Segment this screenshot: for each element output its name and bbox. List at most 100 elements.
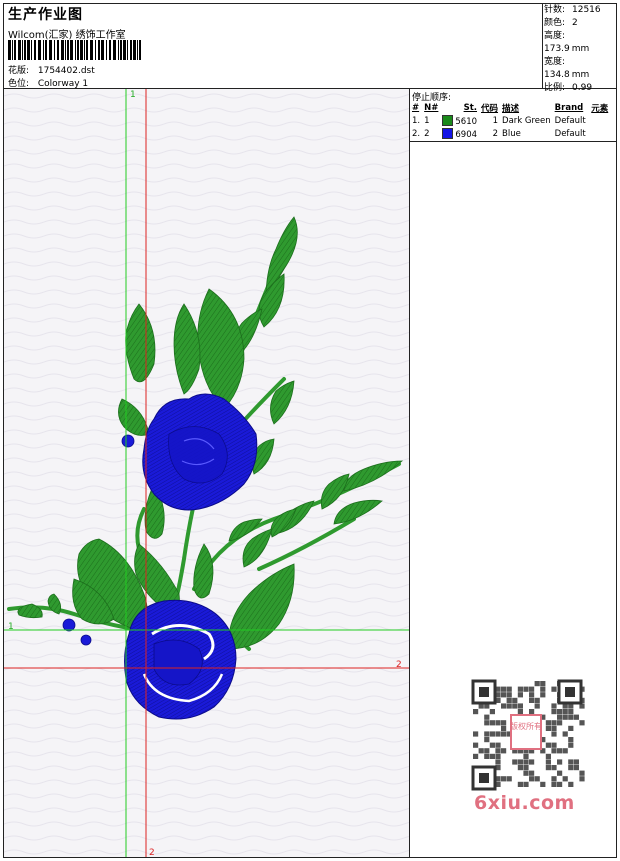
embroidery-canvas: 1 1 2 2 — [4, 89, 409, 857]
qr-cell — [557, 709, 563, 715]
barcode-bar — [130, 40, 132, 60]
qr-cell — [501, 725, 507, 731]
red-guide-label-bottom: 2 — [149, 848, 155, 857]
qr-cell — [484, 737, 490, 743]
qr-cell — [501, 686, 507, 692]
row-index: 1. — [412, 115, 421, 126]
stat-scale: 比例: 0.99 — [544, 83, 593, 93]
row-code: 2 — [492, 128, 499, 139]
barcode-bar — [61, 40, 64, 60]
barcode-bar — [49, 40, 52, 60]
qr-cell — [568, 781, 574, 787]
barcode-bar — [27, 40, 30, 60]
qr-cell — [551, 742, 557, 748]
qr-cell — [517, 686, 523, 692]
qr-cell — [579, 770, 585, 776]
studio-name: Wilcom(汇家) 绣饰工作室 — [8, 30, 126, 41]
stat-width: 宽度:134.8 mm — [544, 57, 590, 80]
design-stats: 针数: 12516 颜色: 2 高度:173.9 mm 宽度:134.8 mm 比例: 0… — [544, 4, 616, 95]
col-code: 代码 — [481, 103, 499, 114]
barcode-bar — [106, 40, 107, 60]
qr-cell — [551, 765, 557, 771]
barcode — [8, 40, 141, 60]
qr-cell — [506, 697, 512, 703]
table-row[interactable]: 2. 2 6904 2 Blue Default — [410, 127, 610, 140]
pattern-row: 花版: 1754402.dst — [8, 63, 95, 76]
stat-colors: 颜色: 2 — [544, 18, 578, 28]
bud — [121, 434, 135, 448]
stop-table-header: # N# St. 代码 描述 Brand 元素 — [410, 101, 610, 114]
qr-cell — [473, 709, 479, 715]
qr-cell — [562, 709, 568, 715]
qr-cell — [484, 753, 490, 759]
qr-cell — [517, 692, 523, 698]
barcode-bar — [98, 40, 100, 60]
qr-cell — [557, 714, 563, 720]
qr-cell — [523, 770, 529, 776]
qr-cell — [501, 720, 507, 726]
qr-cell — [540, 681, 546, 687]
qr-cell — [557, 781, 563, 787]
barcode-bar — [12, 40, 13, 60]
qr-cell — [573, 765, 579, 771]
barcode-bar — [8, 40, 11, 60]
stat-height: 高度:173.9 mm — [544, 31, 590, 54]
row-brand: Default — [554, 115, 586, 126]
qr-cell — [529, 759, 535, 765]
qr-cell — [517, 703, 523, 709]
barcode-bar — [54, 40, 55, 60]
qr-cell — [551, 725, 557, 731]
seal-icon — [510, 714, 542, 750]
barcode-bar — [127, 40, 128, 60]
qr-cell — [501, 776, 507, 782]
row-stitches: 5610 — [440, 114, 479, 127]
qr-cell — [529, 686, 535, 692]
qr-cell — [523, 781, 529, 787]
qr-cell — [557, 720, 563, 726]
qr-finder-center — [479, 773, 489, 783]
header-divider — [542, 3, 543, 89]
qr-cell — [545, 720, 551, 726]
design-preview[interactable]: 1 1 2 2 — [4, 89, 409, 857]
barcode-bar — [109, 40, 111, 60]
barcode-bar — [65, 40, 66, 60]
barcode-bar — [18, 40, 21, 60]
row-number: 1 — [424, 115, 430, 126]
barcode-bar — [31, 40, 32, 60]
qr-cell — [489, 731, 495, 737]
qr-cell — [545, 759, 551, 765]
stop-sequence-table: # N# St. 代码 描述 Brand 元素 1. 1 5610 1 Dark… — [410, 101, 610, 140]
stat-stitches: 针数: 12516 — [544, 5, 601, 15]
qr-cell — [551, 748, 557, 754]
col-brand: Brand — [554, 102, 584, 113]
barcode-bar — [118, 40, 119, 60]
row-description: Dark Green — [502, 115, 551, 126]
qr-cell — [484, 714, 490, 720]
qr-cell — [506, 692, 512, 698]
qr-cell — [534, 703, 540, 709]
qr-cell — [540, 692, 546, 698]
pattern-value: 1754402.dst — [37, 66, 95, 76]
barcode-bar — [123, 40, 126, 60]
qr-cell — [551, 776, 557, 782]
qr-cell — [495, 753, 501, 759]
barcode-bar — [86, 40, 88, 60]
row-code: 1 — [492, 115, 499, 126]
qr-cell — [540, 781, 546, 787]
qr-cell — [551, 686, 557, 692]
row-element — [589, 114, 610, 127]
qr-cell — [551, 709, 557, 715]
barcode-bar — [45, 40, 47, 60]
qr-cell — [568, 737, 574, 743]
barcode-bar — [113, 40, 116, 60]
qr-cell — [551, 781, 557, 787]
barcode-bar — [139, 40, 141, 60]
qr-cell — [517, 781, 523, 787]
qr-cell — [573, 759, 579, 765]
table-row[interactable]: 1. 1 5610 1 Dark Green Default — [410, 114, 610, 127]
qr-cell — [473, 742, 479, 748]
qr-cell — [529, 697, 535, 703]
watermark-text: 6xiu.com — [474, 792, 575, 814]
qr-cell — [568, 714, 574, 720]
qr-cell — [579, 776, 585, 782]
